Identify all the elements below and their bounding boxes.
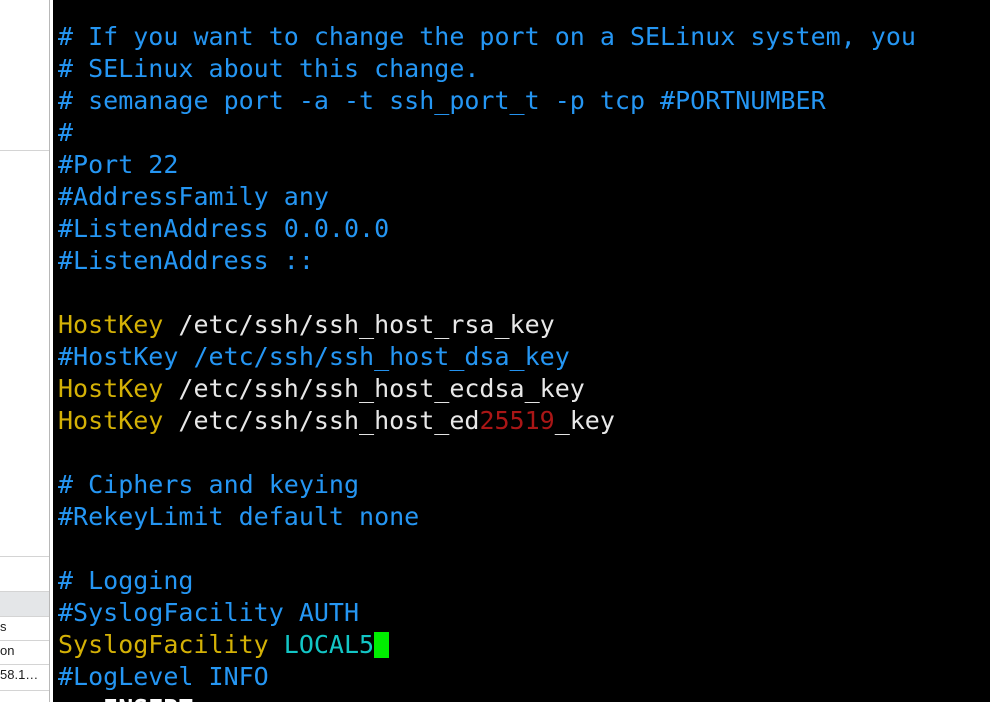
panel-divider (0, 150, 49, 151)
editor-line[interactable]: #RekeyLimit default none (53, 501, 990, 533)
editor-token: # semanage port -a -t ssh_port_t -p tcp … (58, 86, 826, 115)
panel-divider (0, 690, 49, 691)
panel-divider (0, 591, 49, 592)
editor-text-area[interactable]: # If you want to change the port on a SE… (53, 21, 990, 693)
editor-line[interactable]: HostKey /etc/ssh/ssh_host_ecdsa_key (53, 373, 990, 405)
vim-mode-status-line: -- INSERT -- (53, 693, 990, 702)
editor-line[interactable]: HostKey /etc/ssh/ssh_host_ed25519_key (53, 405, 990, 437)
panel-highlight-row[interactable] (0, 592, 49, 616)
panel-text-fragment: on (0, 643, 15, 658)
editor-token: #ListenAddress :: (58, 246, 314, 275)
editor-token: 25519 (479, 406, 555, 435)
editor-token: # (58, 118, 74, 147)
editor-line[interactable]: #LogLevel INFO (53, 661, 990, 693)
panel-text-fragment: s (0, 619, 7, 634)
editor-line[interactable] (53, 437, 990, 469)
editor-token: # Ciphers and keying (58, 470, 360, 499)
editor-line[interactable] (53, 277, 990, 309)
editor-line[interactable]: # semanage port -a -t ssh_port_t -p tcp … (53, 85, 990, 117)
editor-token: #SyslogFacility AUTH (58, 598, 360, 627)
editor-token: LOCAL5 (283, 630, 375, 659)
panel-divider (0, 616, 49, 617)
panel-divider (0, 556, 49, 557)
panel-divider (0, 640, 49, 641)
editor-line[interactable]: # Ciphers and keying (53, 469, 990, 501)
text-cursor (374, 632, 390, 658)
editor-token: _key (554, 406, 615, 435)
editor-line[interactable]: #SyslogFacility AUTH (53, 597, 990, 629)
editor-token: #HostKey /etc/ssh/ssh_host_dsa_key (58, 342, 570, 371)
editor-line[interactable]: #HostKey /etc/ssh/ssh_host_dsa_key (53, 341, 990, 373)
editor-token: # If you want to change the port on a SE… (58, 22, 931, 51)
editor-line[interactable]: # Logging (53, 565, 990, 597)
screen-root: s on 58.1… # If you want to change the p… (0, 0, 990, 702)
editor-token: #RekeyLimit default none (58, 502, 420, 531)
editor-token: HostKey (58, 374, 164, 403)
editor-token: /etc/ssh/ssh_host_ed (163, 406, 480, 435)
terminal-window[interactable]: # If you want to change the port on a SE… (53, 0, 990, 702)
editor-token: /etc/ssh/ssh_host_rsa_key (163, 310, 555, 339)
panel-divider (0, 664, 49, 665)
editor-token: #LogLevel INFO (58, 662, 269, 691)
editor-token: HostKey (58, 310, 164, 339)
editor-line[interactable]: # If you want to change the port on a SE… (53, 21, 990, 53)
editor-line[interactable]: #Port 22 (53, 149, 990, 181)
editor-token: #AddressFamily any (58, 182, 329, 211)
editor-token: /etc/ssh/ssh_host_ecdsa_key (163, 374, 585, 403)
editor-line[interactable]: # (53, 117, 990, 149)
editor-token: #ListenAddress 0.0.0.0 (58, 214, 390, 243)
editor-line[interactable]: #ListenAddress :: (53, 245, 990, 277)
background-window-panel[interactable]: s on 58.1… (0, 0, 50, 702)
editor-token: #Port 22 (58, 150, 179, 179)
editor-token: SyslogFacility (58, 630, 269, 659)
editor-token: # SELinux about this change. (58, 54, 480, 83)
editor-line[interactable]: SyslogFacility LOCAL5 (53, 629, 990, 661)
editor-line[interactable]: #AddressFamily any (53, 181, 990, 213)
editor-token (269, 630, 284, 659)
editor-token: HostKey (58, 406, 164, 435)
editor-line[interactable]: #ListenAddress 0.0.0.0 (53, 213, 990, 245)
editor-line[interactable]: HostKey /etc/ssh/ssh_host_rsa_key (53, 309, 990, 341)
panel-text-fragment: 58.1… (0, 667, 39, 682)
editor-token: # Logging (58, 566, 194, 595)
editor-line[interactable] (53, 533, 990, 565)
editor-line[interactable]: # SELinux about this change. (53, 53, 990, 85)
